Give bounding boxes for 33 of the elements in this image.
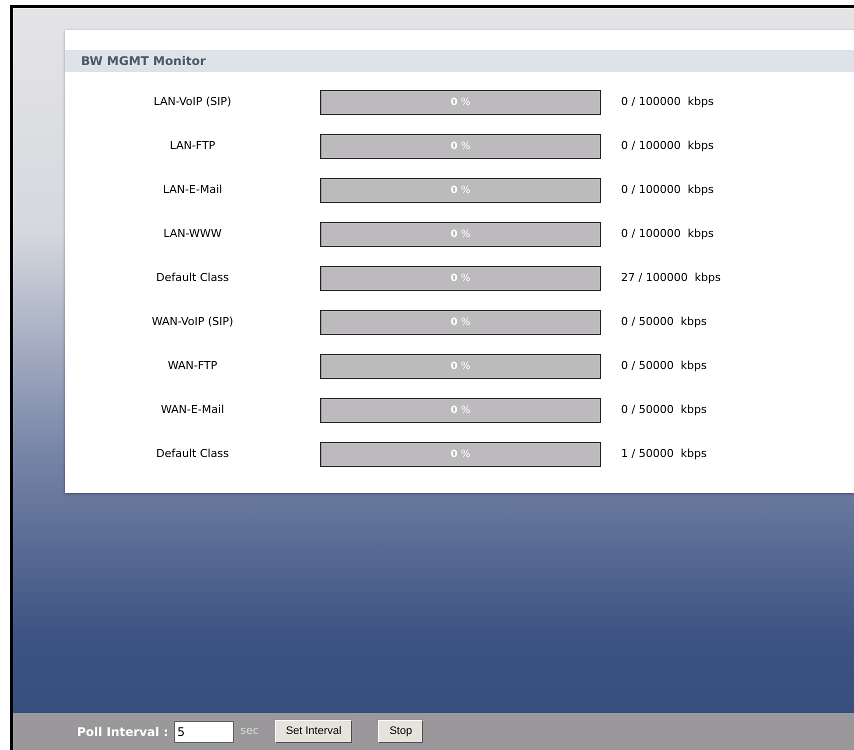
usage-reading: 1 / 50000 kbps xyxy=(621,446,707,462)
usage-reading: 0 / 50000 kbps xyxy=(621,314,707,330)
class-label: LAN-VoIP (SIP) xyxy=(154,94,232,110)
class-label: LAN-FTP xyxy=(170,138,216,154)
usage-percent: 0 % xyxy=(450,360,470,374)
usage-percent: 0 % xyxy=(450,96,470,110)
usage-percent: 0 % xyxy=(450,316,470,330)
usage-reading: 0 / 100000 kbps xyxy=(621,94,714,110)
usage-reading: 0 / 100000 kbps xyxy=(621,226,714,242)
usage-reading: 0 / 100000 kbps xyxy=(621,182,714,198)
action-button[interactable]: Set Interval xyxy=(274,720,352,743)
class-label: WAN-VoIP (SIP) xyxy=(152,314,234,330)
usage-percent: 0 % xyxy=(450,140,470,154)
class-label: Default Class xyxy=(156,446,229,462)
usage-percent: 0 % xyxy=(450,184,470,198)
usage-percent: 0 % xyxy=(450,228,470,242)
usage-reading: 0 / 100000 kbps xyxy=(621,138,714,154)
interval-field[interactable]: 5 xyxy=(174,720,234,742)
usage-reading: 27 / 100000 kbps xyxy=(621,270,721,286)
unit-label: sec xyxy=(240,723,259,740)
panel-title: BW MGMT Monitor xyxy=(81,53,206,70)
class-label: LAN-WWW xyxy=(163,226,222,242)
class-label: LAN-E-Mail xyxy=(162,182,222,198)
usage-reading: 0 / 50000 kbps xyxy=(621,402,707,418)
class-label: WAN-E-Mail xyxy=(160,402,224,418)
action-button[interactable]: Stop xyxy=(378,720,424,743)
class-label: WAN-FTP xyxy=(168,358,218,374)
usage-reading: 0 / 50000 kbps xyxy=(621,358,707,374)
usage-percent: 0 % xyxy=(450,272,470,286)
class-label: Default Class xyxy=(156,270,229,286)
usage-percent: 0 % xyxy=(450,448,470,462)
usage-percent: 0 % xyxy=(450,404,470,418)
poll-interval-label: Poll Interval : xyxy=(77,724,168,740)
